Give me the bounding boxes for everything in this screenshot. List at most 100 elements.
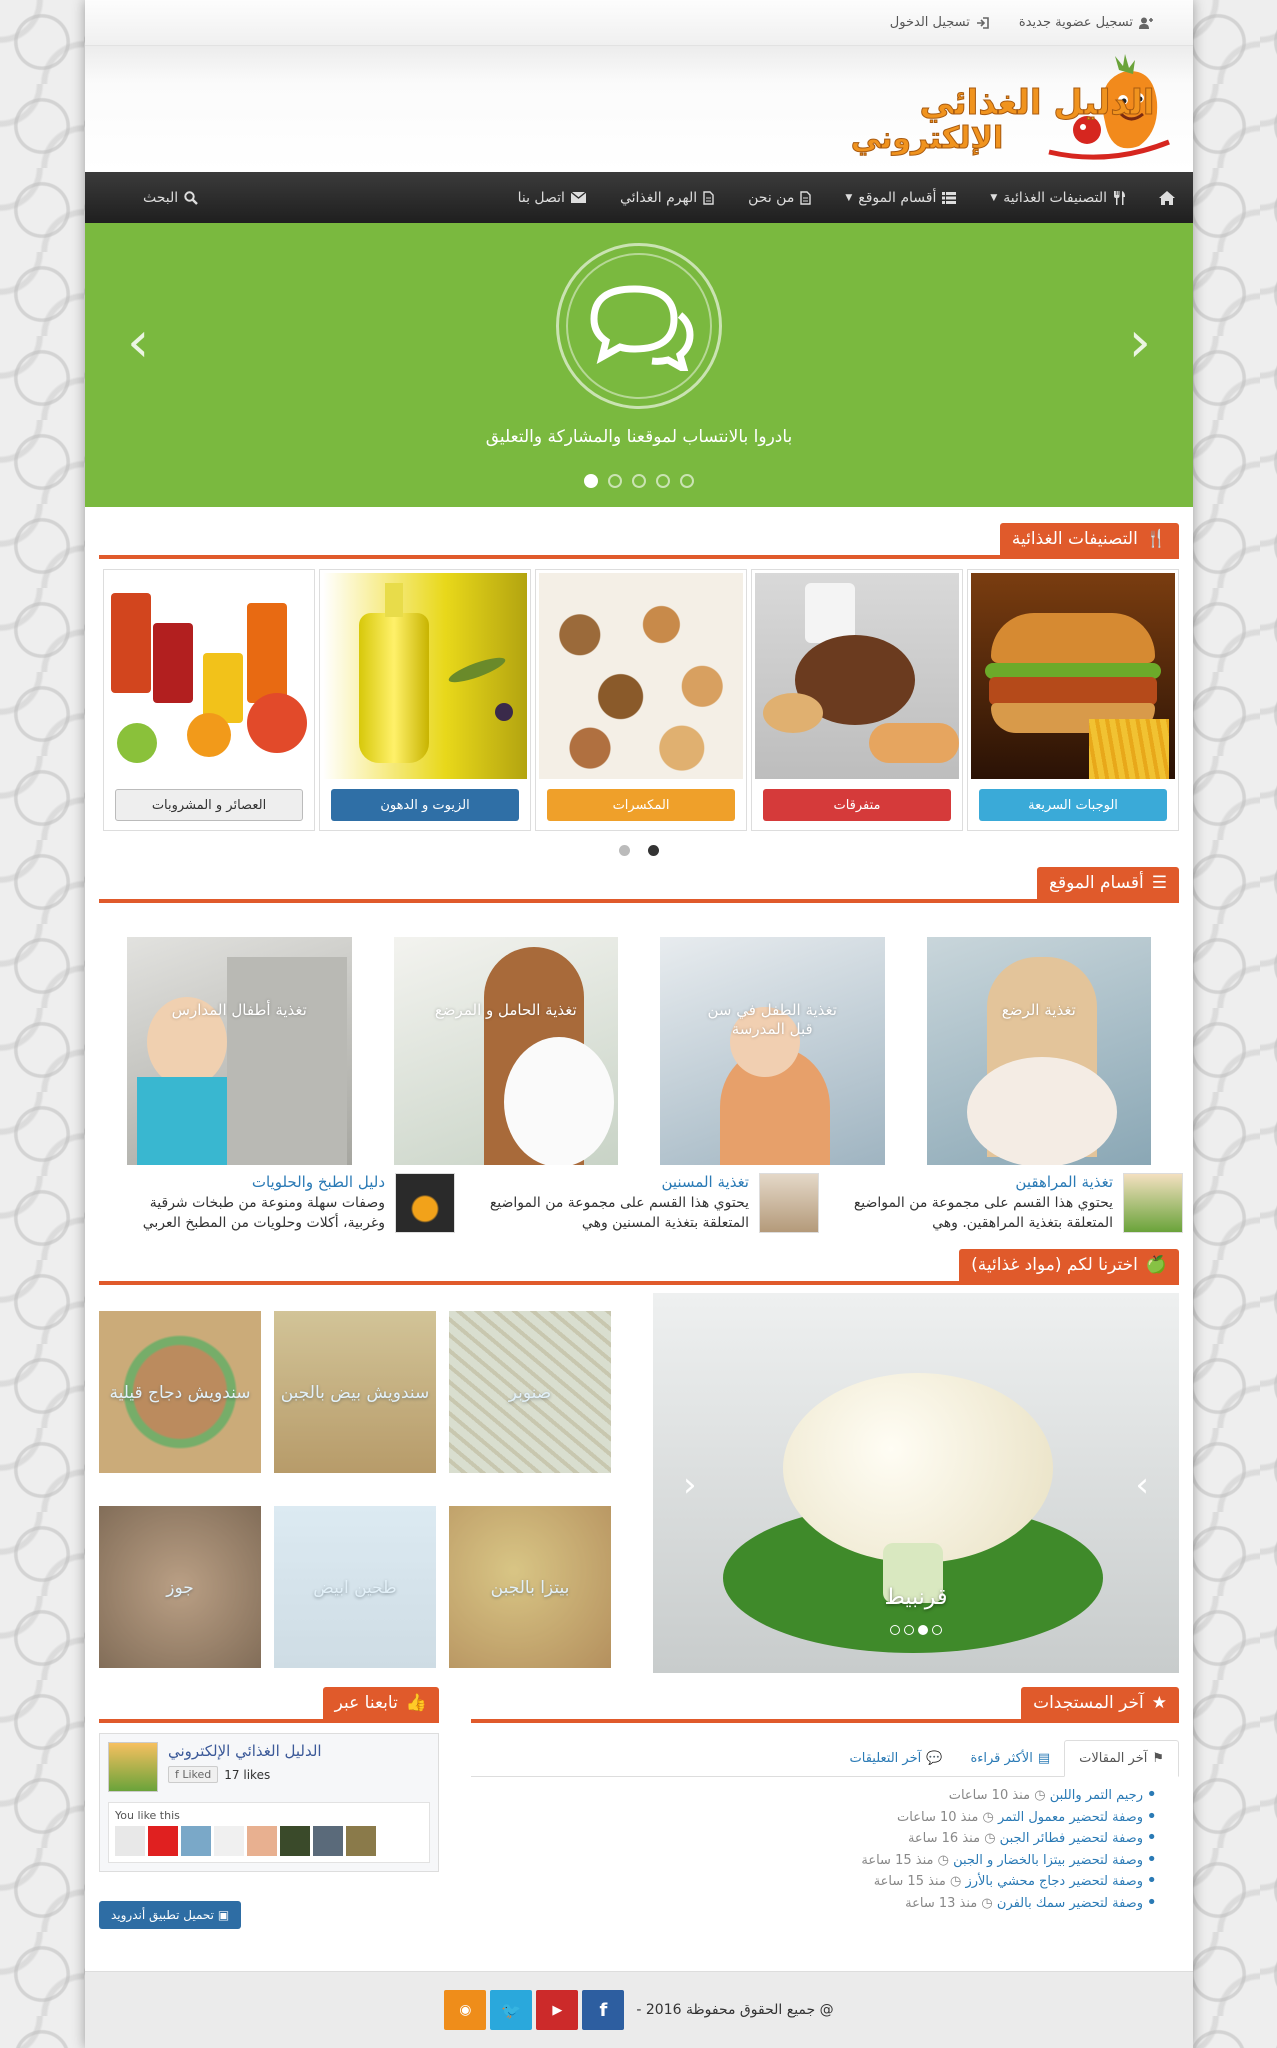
article-link[interactable]: وصفة لتحضير بيتزا بالخضار و الجبن — [953, 1853, 1143, 1868]
pick-tile[interactable]: سندويش دجاج قيلية — [99, 1311, 261, 1473]
pick-tile[interactable]: صنوبر — [449, 1311, 611, 1473]
fb-page-name[interactable]: الدليل الغذائي الإلكتروني — [168, 1742, 322, 1760]
avatar[interactable] — [181, 1826, 211, 1856]
youtube-icon[interactable]: ▶ — [536, 1990, 579, 2030]
avatar[interactable] — [346, 1826, 376, 1856]
article-title[interactable]: تغذية المراهقين — [839, 1173, 1113, 1191]
avatar[interactable] — [313, 1826, 343, 1856]
picks-area: ‹ › قرنبيط صنوبر سندويش بيض بالجبن سندوي… — [99, 1285, 1179, 1675]
article-thumb[interactable] — [1123, 1173, 1183, 1233]
liked-button[interactable]: f Liked — [168, 1766, 219, 1783]
avatar[interactable] — [214, 1826, 244, 1856]
flag-icon: ⚑ — [1152, 1751, 1164, 1766]
oil-image — [323, 573, 527, 779]
category-card[interactable]: العصائر و المشروبات — [103, 569, 315, 831]
register-label: تسجيل عضوية جديدة — [1018, 15, 1133, 30]
article-link[interactable]: وصفة لتحضير دجاج محشي بالأرز — [965, 1874, 1143, 1889]
svg-text:الدليل الغذائي: الدليل الغذائي — [920, 83, 1155, 123]
picks-prev-arrow[interactable]: ‹ — [683, 1465, 697, 1505]
section-tile-label: تغذية الحامل و المرضع — [434, 1001, 577, 1019]
category-card[interactable]: المكسرات — [535, 569, 747, 831]
facebook-icon[interactable]: f — [582, 1990, 625, 2030]
pager-dot[interactable] — [608, 474, 622, 488]
login-link[interactable]: تسجيل الدخول — [890, 15, 989, 30]
category-card[interactable]: الزيوت و الدهون — [319, 569, 531, 831]
picks-next-arrow[interactable]: › — [1135, 1465, 1149, 1505]
newspaper-icon: ▤ — [1037, 1751, 1051, 1766]
nav-search[interactable]: البحث — [143, 189, 199, 206]
pager-dot[interactable] — [648, 845, 659, 856]
clock-icon: ◷ — [937, 1852, 949, 1868]
pager-dot[interactable] — [680, 474, 694, 488]
categories-heading: 🍴 التصنيفات الغذائية — [99, 521, 1179, 559]
article-teaser: تغذية المسنين يحتوي هذا القسم على مجموعة… — [475, 1173, 819, 1233]
pick-tile-label: طحين ابيض — [313, 1578, 397, 1598]
article-title[interactable]: تغذية المسنين — [475, 1173, 749, 1191]
category-button[interactable]: المكسرات — [547, 789, 735, 821]
nav-item-food-pyramid[interactable]: الهرم الغذائي — [620, 190, 714, 206]
section-tile[interactable]: تغذية أطفال المدارس — [127, 937, 352, 1165]
friend-faces — [115, 1826, 423, 1856]
bottom-area: ★ آخر المستجدات ⚑ آخر المقالات ▤ الأكثر قر… — [99, 1685, 1179, 1929]
category-button[interactable]: الوجبات السريعة — [979, 789, 1167, 821]
tab-most-read[interactable]: ▤ الأكثر قراءة — [956, 1741, 1064, 1776]
site-logo[interactable]: الدليل الغذائي الإلكتروني — [787, 52, 1177, 162]
tab-latest-comments[interactable]: 💬 آخر التعليقات — [836, 1741, 957, 1776]
category-card[interactable]: الوجبات السريعة — [967, 569, 1179, 831]
latest-list: رجيم التمر واللبن ◷ منذ 10 ساعات وصفة لت… — [471, 1785, 1179, 1914]
avatar[interactable] — [280, 1826, 310, 1856]
twitter-icon[interactable]: 🐦 — [490, 1990, 533, 2030]
list-item: وصفة لتحضير سمك بالفرن ◷ منذ 13 ساعة — [471, 1893, 1157, 1915]
category-button[interactable]: العصائر و المشروبات — [115, 789, 303, 821]
pick-tile[interactable]: سندويش بيض بالجبن — [274, 1311, 436, 1473]
nav-item-about[interactable]: من نحن — [748, 190, 812, 206]
section-tile[interactable]: تغذية الحامل و المرضع — [393, 937, 618, 1165]
section-tile[interactable]: تغذية الطفل في سن قبل المدرسة — [660, 937, 885, 1165]
nav-item-site-sections[interactable]: أقسام الموقع ▼ — [845, 190, 957, 206]
avatar[interactable] — [148, 1826, 178, 1856]
rss-icon[interactable]: ◉ — [444, 1990, 487, 2030]
section-tile[interactable]: تغذية الرضع — [926, 937, 1151, 1165]
hero-prev-arrow[interactable]: › — [127, 315, 149, 371]
android-button-label: تحميل تطبيق أندرويد — [111, 1908, 214, 1922]
pager-dot[interactable] — [656, 474, 670, 488]
category-button[interactable]: الزيوت و الدهون — [331, 789, 519, 821]
pick-tile[interactable]: طحين ابيض — [274, 1506, 436, 1668]
article-thumb[interactable] — [759, 1173, 819, 1233]
article-link[interactable]: وصفة لتحضير سمك بالفرن — [997, 1896, 1143, 1911]
article-thumb[interactable] — [395, 1173, 455, 1233]
nav-item-contact[interactable]: اتصل بنا — [518, 190, 586, 206]
pick-tile[interactable]: بيتزا بالجبن — [449, 1506, 611, 1668]
hero-pager — [85, 474, 1193, 488]
nav-item-food-categories[interactable]: التصنيفات الغذائية ▼ — [990, 190, 1125, 206]
article-link[interactable]: رجيم التمر واللبن — [1050, 1788, 1143, 1803]
section-title: تابعنا عبر — [334, 1693, 398, 1713]
pager-dot[interactable] — [619, 845, 630, 856]
article-link[interactable]: وصفة لتحضير معمول التمر — [998, 1810, 1143, 1825]
list-item: وصفة لتحضير بيتزا بالخضار و الجبن ◷ منذ … — [471, 1850, 1157, 1872]
tab-latest-articles[interactable]: ⚑ آخر المقالات — [1064, 1740, 1179, 1777]
pick-tile[interactable]: جوز — [99, 1506, 261, 1668]
register-link[interactable]: تسجيل عضوية جديدة — [1019, 15, 1153, 30]
avatar[interactable] — [115, 1826, 145, 1856]
file-icon — [703, 190, 714, 205]
pager-dot[interactable] — [584, 474, 598, 488]
nav-home[interactable] — [1159, 190, 1175, 205]
category-card[interactable]: متفرقات — [751, 569, 963, 831]
category-button[interactable]: متفرقات — [763, 789, 951, 821]
pager-dot[interactable] — [890, 1625, 900, 1635]
pager-dot[interactable] — [904, 1625, 914, 1635]
hero-next-arrow[interactable]: ‹ — [1129, 315, 1151, 371]
article-link[interactable]: وصفة لتحضير فطائر الجبن — [1000, 1831, 1143, 1846]
avatar[interactable] — [247, 1826, 277, 1856]
pager-dot[interactable] — [632, 474, 646, 488]
pager-dot[interactable] — [918, 1625, 928, 1635]
search-label: البحث — [143, 189, 179, 206]
latest-panel: ★ آخر المستجدات ⚑ آخر المقالات ▤ الأكثر قر… — [471, 1685, 1179, 1914]
pager-dot[interactable] — [932, 1625, 942, 1635]
article-title[interactable]: دليل الطبخ والحلويات — [111, 1173, 385, 1191]
android-app-button[interactable]: ▣ تحميل تطبيق أندرويد — [99, 1901, 242, 1929]
svg-text:الإلكتروني: الإلكتروني — [851, 121, 1004, 156]
page-avatar[interactable] — [108, 1742, 158, 1792]
file-icon — [800, 190, 812, 205]
